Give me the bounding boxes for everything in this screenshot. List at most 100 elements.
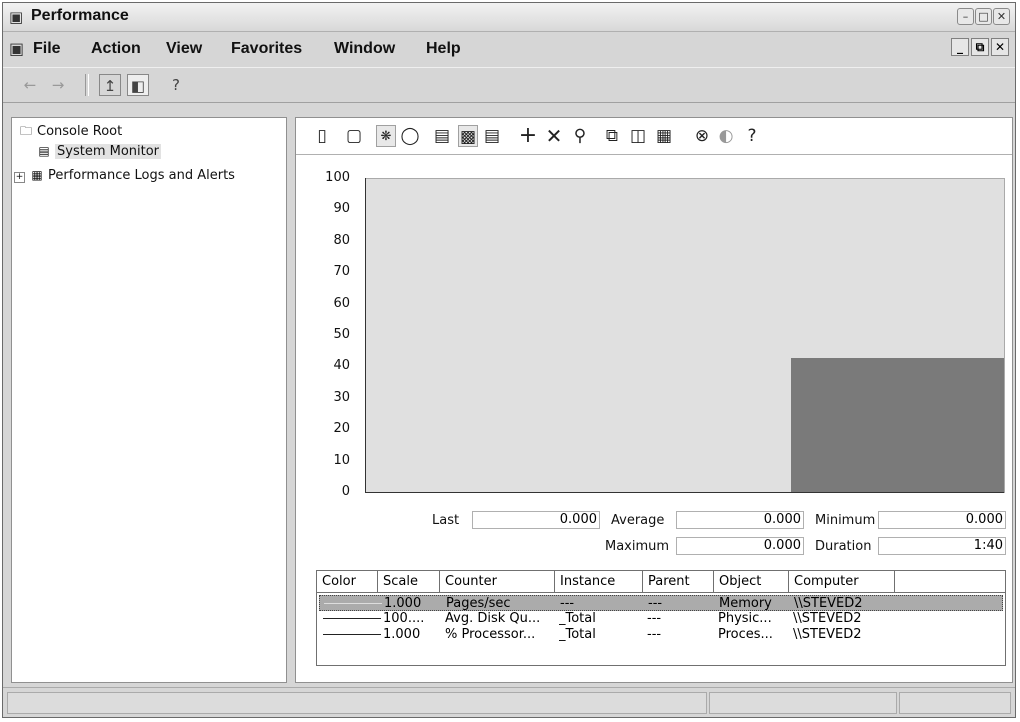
paste-counter-list-icon[interactable]: ◫ — [628, 125, 648, 147]
histogram-bar — [791, 357, 1004, 493]
legend-header-color[interactable]: Color — [317, 571, 378, 593]
performance-window: ▣ Performance – □ ✕ ▣ File Action View F… — [2, 2, 1016, 718]
x-axis-line — [365, 492, 1004, 493]
average-label: Average — [611, 513, 665, 528]
view-log-data-icon[interactable]: ◯ — [400, 125, 420, 147]
toolbar-divider — [296, 154, 1012, 155]
row-counter: Avg. Disk Qu... — [445, 611, 541, 626]
y-tick-label: 40 — [333, 358, 350, 374]
view-current-activity-icon[interactable]: ❋ — [376, 125, 396, 147]
color-swatch — [323, 618, 381, 619]
y-tick-label: 80 — [333, 232, 350, 248]
y-tick-label: 10 — [333, 452, 350, 468]
system-monitor-icon: ▤ — [38, 144, 50, 158]
menu-favorites[interactable]: Favorites — [231, 40, 302, 58]
tree-item-label: Console Root — [37, 124, 123, 139]
row-object: Physic... — [718, 611, 772, 626]
properties-icon[interactable]: ▦ — [654, 125, 674, 147]
y-tick-label: 30 — [333, 389, 350, 405]
legend-row[interactable]: 1.000 % Processor... _Total --- Proces... \\S… — [319, 627, 1003, 643]
row-instance: _Total — [559, 611, 596, 626]
color-swatch — [323, 634, 381, 635]
histogram-plot-area — [366, 178, 1005, 493]
copy-properties-icon[interactable]: ⧉ — [602, 125, 622, 147]
new-counter-set-icon[interactable]: ▯ — [312, 125, 332, 147]
duration-label: Duration — [815, 539, 872, 554]
tree-item-label: Performance Logs and Alerts — [48, 168, 235, 183]
legend-row[interactable]: 100.... Avg. Disk Qu... _Total --- Physic...… — [319, 611, 1003, 627]
tree-item-performance-logs[interactable]: + ▦ Performance Logs and Alerts — [14, 168, 235, 183]
menu-action[interactable]: Action — [91, 40, 141, 58]
highlight-icon[interactable]: ⚲ — [570, 125, 590, 147]
forward-arrow-icon[interactable]: → — [47, 74, 69, 96]
navigation-toolbar: ← → ↥ ◧ ? — [3, 67, 1015, 103]
help-icon[interactable]: ? — [165, 74, 187, 96]
y-tick-label: 0 — [341, 484, 350, 499]
document-minimize-button[interactable]: _ — [951, 38, 969, 56]
row-scale: 1.000 — [383, 627, 421, 642]
maximum-label: Maximum — [605, 539, 670, 554]
y-tick-label: 60 — [333, 295, 350, 311]
back-arrow-icon[interactable]: ← — [19, 74, 41, 96]
legend-header-parent[interactable]: Parent — [643, 571, 714, 593]
update-data-icon[interactable]: ◐ — [716, 125, 736, 147]
status-pane-main — [7, 692, 707, 714]
menu-bar: ▣ File Action View Favorites Window Help… — [3, 32, 1015, 66]
tree-item-system-monitor[interactable]: ▤ System Monitor — [36, 144, 162, 159]
y-tick-label: 70 — [333, 264, 350, 280]
logs-alerts-icon: ▦ — [31, 168, 43, 182]
help-icon[interactable]: ? — [742, 125, 762, 147]
view-report-icon[interactable]: ▤ — [482, 125, 502, 147]
delete-icon[interactable]: ✕ — [544, 125, 564, 147]
y-axis-line — [365, 178, 366, 493]
freeze-display-icon[interactable]: ⊗ — [692, 125, 712, 147]
legend-header-scale[interactable]: Scale — [378, 571, 440, 593]
view-histogram-icon[interactable]: ▩ — [458, 125, 478, 147]
y-tick-label: 50 — [333, 327, 350, 342]
menu-view[interactable]: View — [166, 40, 202, 58]
tree-item-console-root[interactable]: 🗀 Console Root — [18, 122, 122, 143]
legend-header-computer[interactable]: Computer — [789, 571, 895, 593]
expand-toggle[interactable]: + — [14, 172, 25, 183]
up-folder-icon[interactable]: ↥ — [99, 74, 121, 96]
status-bar — [3, 687, 1015, 718]
row-parent: --- — [647, 611, 662, 626]
last-value: 0.000 — [472, 511, 600, 529]
row-computer: \\STEVED2 — [793, 611, 862, 626]
row-scale: 1.000 — [384, 596, 422, 611]
menu-window[interactable]: Window — [334, 40, 395, 58]
tree-item-label: System Monitor — [55, 144, 162, 159]
toolbar-separator — [85, 74, 89, 96]
row-object: Proces... — [718, 627, 773, 642]
maximize-button[interactable]: □ — [975, 8, 992, 25]
row-computer: \\STEVED2 — [793, 627, 862, 642]
legend-row[interactable]: 1.000 Pages/sec --- --- Memory \\STEVED2 — [319, 595, 1003, 611]
color-swatch — [324, 603, 382, 604]
console-tree: 🗀 Console Root ▤ System Monitor + ▦ Performa… — [11, 117, 287, 683]
clear-display-icon[interactable]: ▢ — [344, 125, 364, 147]
row-counter: % Processor... — [445, 627, 536, 642]
row-parent: --- — [647, 627, 662, 642]
add-icon[interactable]: + — [518, 125, 538, 147]
mmc-document-icon[interactable]: ▣ — [9, 39, 24, 58]
row-scale: 100.... — [383, 611, 425, 626]
y-tick-label: 100 — [325, 170, 350, 185]
menu-help[interactable]: Help — [426, 40, 461, 58]
y-tick-label: 90 — [333, 201, 350, 217]
status-pane-2 — [709, 692, 897, 714]
document-restore-button[interactable]: ⧉ — [971, 38, 989, 56]
average-value: 0.000 — [676, 511, 804, 529]
close-button[interactable]: ✕ — [993, 8, 1010, 25]
row-counter: Pages/sec — [446, 596, 511, 611]
legend-header-instance[interactable]: Instance — [555, 571, 643, 593]
document-close-button[interactable]: ✕ — [991, 38, 1009, 56]
row-object: Memory — [719, 596, 772, 611]
show-hide-tree-icon[interactable]: ◧ — [127, 74, 149, 96]
legend-header-object[interactable]: Object — [714, 571, 789, 593]
title-bar[interactable]: ▣ Performance – □ ✕ — [3, 3, 1015, 32]
legend-header-counter[interactable]: Counter — [440, 571, 555, 593]
last-label: Last — [432, 513, 460, 528]
minimize-button[interactable]: – — [957, 8, 974, 25]
menu-file[interactable]: File — [33, 40, 61, 58]
view-graph-icon[interactable]: ▤ — [432, 125, 452, 147]
